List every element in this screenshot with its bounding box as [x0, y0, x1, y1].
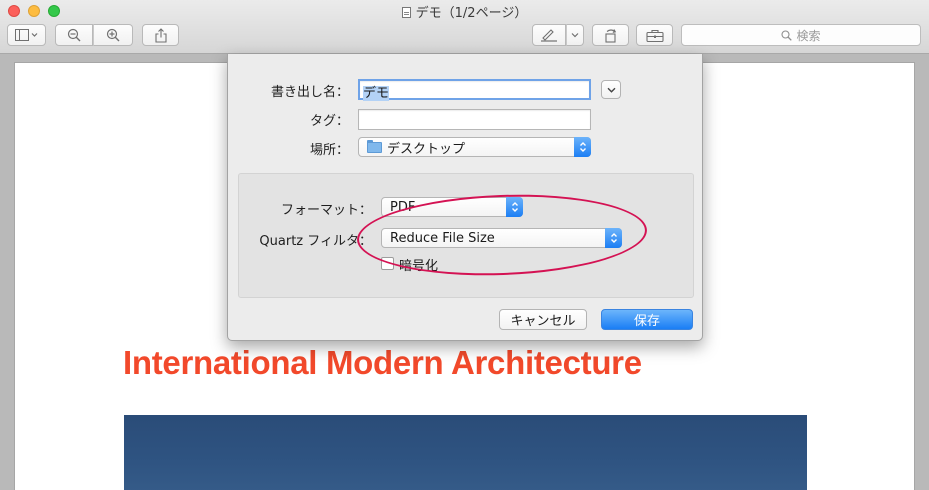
- export-name-field[interactable]: デモ: [358, 79, 591, 101]
- search-icon: [781, 29, 793, 41]
- markup-button[interactable]: [532, 24, 566, 46]
- zoom-out-button[interactable]: [55, 24, 93, 46]
- zoom-in-icon: [106, 28, 120, 42]
- window-titlebar: デモ（1/2ページ） 検索: [0, 0, 929, 54]
- save-button[interactable]: 保存: [601, 309, 693, 330]
- zoom-out-icon: [67, 28, 81, 42]
- sidebar-toggle-icon: [14, 29, 37, 41]
- search-field[interactable]: 検索: [681, 24, 921, 46]
- chevron-down-icon: [607, 87, 615, 93]
- export-name-value: デモ: [363, 86, 390, 101]
- window-title-text: デモ（1/2ページ）: [415, 6, 528, 21]
- chevron-down-icon: [571, 33, 579, 38]
- expand-dialog-button[interactable]: [601, 80, 621, 99]
- where-label: 場所：: [309, 143, 349, 158]
- folder-icon: [367, 139, 382, 153]
- search-placeholder: 検索: [796, 28, 821, 43]
- export-name-label: 書き出し名：: [270, 85, 349, 100]
- where-popup[interactable]: デスクトップ: [358, 137, 591, 157]
- markup-menu-button[interactable]: [566, 24, 584, 46]
- window-title: デモ（1/2ページ）: [0, 2, 929, 21]
- pen-icon: [541, 29, 557, 42]
- share-button[interactable]: [142, 24, 179, 46]
- format-label: フォーマット：: [280, 203, 372, 218]
- cancel-button[interactable]: キャンセル: [499, 309, 587, 330]
- toolbox-button[interactable]: [636, 24, 673, 46]
- share-icon: [154, 27, 167, 43]
- toolbox-icon: [645, 29, 664, 42]
- tags-field[interactable]: [358, 109, 591, 130]
- where-value: デスクトップ: [387, 141, 466, 157]
- rotate-button[interactable]: [592, 24, 629, 46]
- document-proxy-icon[interactable]: [401, 7, 411, 18]
- document-image: [124, 415, 807, 490]
- sidebar-view-button[interactable]: [7, 24, 46, 46]
- quartz-filter-label: Quartz フィルタ：: [259, 234, 372, 249]
- zoom-in-button[interactable]: [93, 24, 133, 46]
- tags-label: タグ：: [309, 114, 349, 129]
- popup-arrows-icon: [574, 137, 591, 157]
- document-heading: International Modern Architecture: [123, 344, 642, 381]
- rotate-icon: [604, 28, 616, 43]
